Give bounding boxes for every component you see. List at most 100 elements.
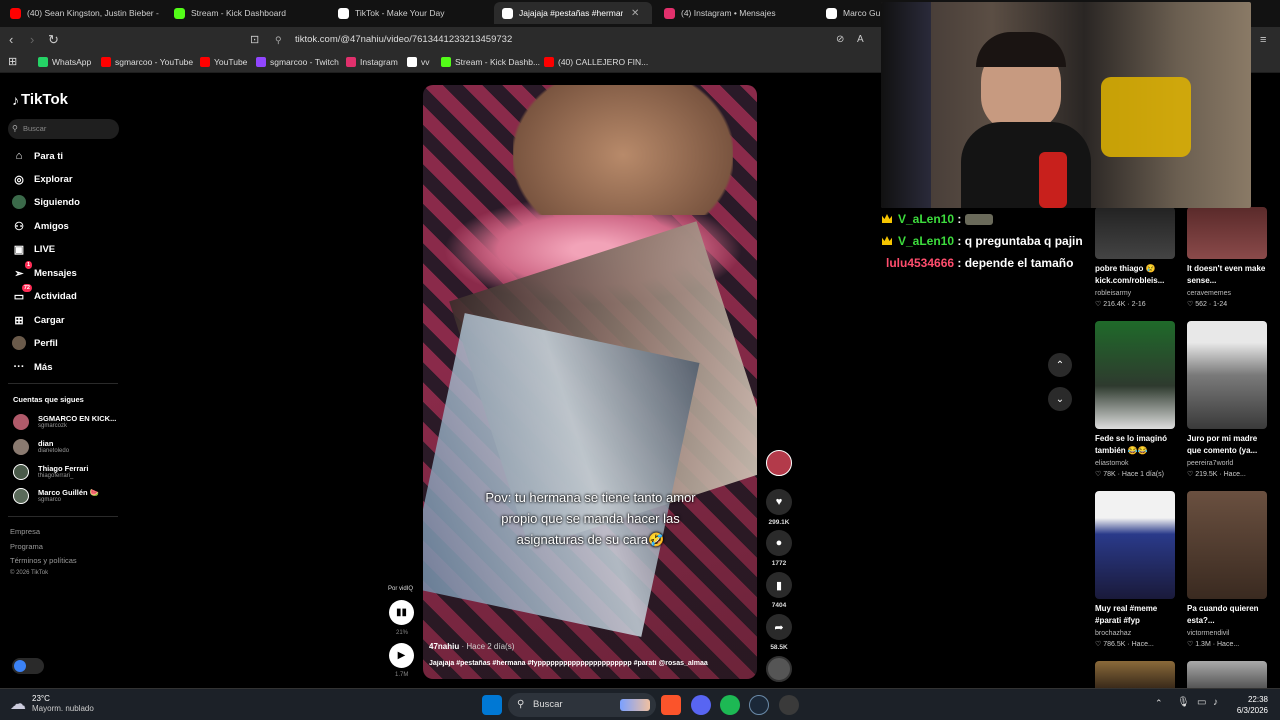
no-translate-icon[interactable]: ⊘ bbox=[836, 32, 844, 48]
bookmark-youtube-channel[interactable]: sgmarcoo - YouTube bbox=[101, 57, 193, 67]
recommended-video[interactable]: Juro por mi madre que comento (ya... pee… bbox=[1187, 321, 1267, 478]
footer-link[interactable]: Programa bbox=[10, 542, 43, 551]
video-title: Muy real #meme #parati #fyp bbox=[1095, 604, 1158, 625]
footer-link[interactable]: Empresa bbox=[10, 527, 40, 536]
video-author: brochazhaz bbox=[1095, 630, 1132, 637]
temperature: 23°C bbox=[32, 694, 50, 703]
app-icon[interactable] bbox=[779, 695, 799, 715]
chat-user: V_aLen10 bbox=[898, 212, 955, 226]
nav-label: Perfil bbox=[34, 337, 58, 349]
home-icon: ⌂ bbox=[15, 150, 23, 162]
following-account[interactable]: Thiago Ferrari thiagoferrari_ bbox=[13, 461, 88, 483]
tab-instagram[interactable]: (4) Instagram • Mensajes bbox=[656, 2, 816, 24]
tab-tiktok-video[interactable]: Jajajaja #pestañas #hermana ✕ bbox=[494, 2, 652, 24]
chevron-up-icon: ⌃ bbox=[1055, 359, 1065, 371]
sidebar-divider bbox=[8, 516, 118, 517]
share-button[interactable]: ➦ 58.5K bbox=[766, 614, 792, 651]
nav-mas[interactable]: ··· Más bbox=[12, 358, 53, 376]
nav-actividad[interactable]: ▭ 72 Actividad bbox=[12, 284, 77, 305]
spotify-icon[interactable] bbox=[720, 695, 740, 715]
network-icon[interactable]: ▭ bbox=[1197, 697, 1206, 708]
footer-link[interactable]: Términos y políticas bbox=[10, 556, 77, 565]
search-icon: ⚲ bbox=[517, 699, 525, 710]
back-icon[interactable]: ‹ bbox=[9, 32, 13, 48]
following-account[interactable]: dian dianetoledo bbox=[13, 436, 69, 458]
kick-icon bbox=[441, 57, 451, 67]
bookmark-kick[interactable]: Stream - Kick Dashb... bbox=[441, 57, 540, 67]
system-clock[interactable]: 22:38 6/3/2026 bbox=[1237, 694, 1268, 716]
nav-mensajes[interactable]: ➢ 1 Mensajes bbox=[12, 261, 77, 282]
compass-icon: ◎ bbox=[14, 173, 24, 186]
music-disc[interactable] bbox=[766, 656, 792, 682]
apps-icon[interactable]: ⊞ bbox=[8, 55, 17, 68]
volume-icon[interactable]: ♪ bbox=[1213, 697, 1218, 708]
activity-badge: 72 bbox=[21, 284, 32, 292]
nav-perfil[interactable]: Perfil bbox=[12, 334, 58, 352]
extension-toggle[interactable] bbox=[12, 658, 44, 674]
url-field[interactable]: ⚲ tiktok.com/@47nahiu/video/761344123321… bbox=[272, 30, 892, 50]
like-count: 299.1K bbox=[768, 519, 790, 526]
tab-kick[interactable]: Stream - Kick Dashboard bbox=[166, 2, 326, 24]
bookmark-instagram[interactable]: Instagram bbox=[346, 57, 398, 67]
comment-count: 1772 bbox=[771, 560, 787, 567]
nav-para-ti[interactable]: ⌂ Para ti bbox=[12, 147, 63, 165]
like-button[interactable]: ♥ 299.1K bbox=[766, 489, 792, 526]
forward-icon[interactable]: › bbox=[30, 32, 34, 48]
recommended-video[interactable]: It doesn't even make sense... ceravememe… bbox=[1187, 207, 1267, 308]
tab-x[interactable]: Marco Guillé bbox=[818, 2, 880, 24]
messages-badge: 1 bbox=[24, 261, 32, 269]
nav-label: Más bbox=[34, 361, 53, 373]
translate-icon[interactable]: A bbox=[857, 32, 864, 48]
save-button[interactable]: ▮ 7404 bbox=[766, 572, 792, 609]
brave-icon[interactable] bbox=[661, 695, 681, 715]
tab-youtube[interactable]: (40) Sean Kingston, Justin Bieber - Ea bbox=[2, 2, 160, 24]
video-thumbnail[interactable] bbox=[1187, 661, 1267, 688]
nav-cargar[interactable]: ⊞ Cargar bbox=[12, 311, 64, 329]
next-video-button[interactable]: ⌄ bbox=[1048, 387, 1072, 411]
recommended-video[interactable]: Fede se lo imaginó también 😂😂 eliastomok… bbox=[1095, 321, 1175, 478]
recommended-video[interactable]: pobre thiago 😢 kick.com/robleis... roble… bbox=[1095, 207, 1175, 308]
account-name: SGMARCO EN KICK... bbox=[38, 414, 117, 423]
menu-icon[interactable]: ≡ bbox=[1260, 32, 1266, 48]
comment-button[interactable]: ● 1772 bbox=[766, 530, 792, 567]
search-input[interactable]: ⚲ Buscar bbox=[8, 119, 119, 139]
reload-icon[interactable]: ↻ bbox=[48, 32, 59, 48]
chevron-up-icon[interactable]: ⌃ bbox=[1155, 698, 1163, 709]
video-player[interactable]: Pov: tu hermana se tiene tanto amor prop… bbox=[423, 85, 757, 679]
bookmark-label: sgmarcoo - Twitch bbox=[270, 57, 339, 67]
bookmark-vv[interactable]: vv bbox=[407, 57, 430, 67]
avatar bbox=[13, 439, 29, 455]
recommended-video[interactable]: Pa cuando quieren esta?... victormendivi… bbox=[1187, 491, 1267, 648]
nav-live[interactable]: ▣ LIVE bbox=[12, 240, 55, 258]
search-highlight-icon bbox=[620, 699, 650, 711]
bookmark-youtube[interactable]: YouTube bbox=[200, 57, 247, 67]
previous-video-button[interactable]: ⌃ bbox=[1048, 353, 1072, 377]
discord-icon[interactable] bbox=[691, 695, 711, 715]
video-author[interactable]: 47nahiu · Hace 2 día(s) bbox=[429, 642, 514, 651]
tiktok-logo[interactable]: ♪ TikTok bbox=[12, 91, 68, 108]
bookmark-whatsapp[interactable]: WhatsApp bbox=[38, 57, 91, 67]
account-handle: dianetoledo bbox=[38, 448, 70, 454]
following-account[interactable]: Marco Guillén 🍉 sgmarco bbox=[13, 485, 99, 507]
nav-amigos[interactable]: ⚇ Amigos bbox=[12, 217, 69, 235]
author-avatar[interactable] bbox=[766, 450, 792, 476]
recommended-video[interactable]: Muy real #meme #parati #fyp brochazhaz ♡… bbox=[1095, 491, 1175, 648]
bookmark-callejero[interactable]: (40) CALLEJERO FIN... bbox=[544, 57, 648, 67]
video-thumbnail[interactable] bbox=[1095, 661, 1175, 688]
bookmark-icon[interactable]: ⊡ bbox=[250, 32, 259, 48]
following-account[interactable]: SGMARCO EN KICK... sgmarcozk bbox=[13, 411, 116, 433]
weather-widget[interactable]: ☁ 23°C Mayorm. nublado bbox=[10, 694, 94, 714]
site-info-icon[interactable]: ⚲ bbox=[275, 30, 282, 50]
taskbar-search[interactable]: ⚲ Buscar bbox=[508, 693, 656, 717]
play-button[interactable]: ▶ bbox=[389, 643, 414, 668]
close-tab-icon[interactable]: ✕ bbox=[631, 8, 639, 19]
nav-siguiendo[interactable]: Siguiendo bbox=[12, 193, 80, 211]
account-handle: sgmarco bbox=[38, 497, 62, 503]
steam-icon[interactable] bbox=[749, 695, 769, 715]
nav-explorar[interactable]: ◎ Explorar bbox=[12, 170, 72, 188]
microphone-icon[interactable]: 🎙 bbox=[1177, 697, 1190, 708]
windows-start-icon[interactable] bbox=[482, 695, 502, 715]
tab-tiktok-home[interactable]: TikTok - Make Your Day bbox=[330, 2, 490, 24]
stats-button[interactable]: ▮▮ bbox=[389, 600, 414, 625]
bookmark-twitch[interactable]: sgmarcoo - Twitch bbox=[256, 57, 339, 67]
